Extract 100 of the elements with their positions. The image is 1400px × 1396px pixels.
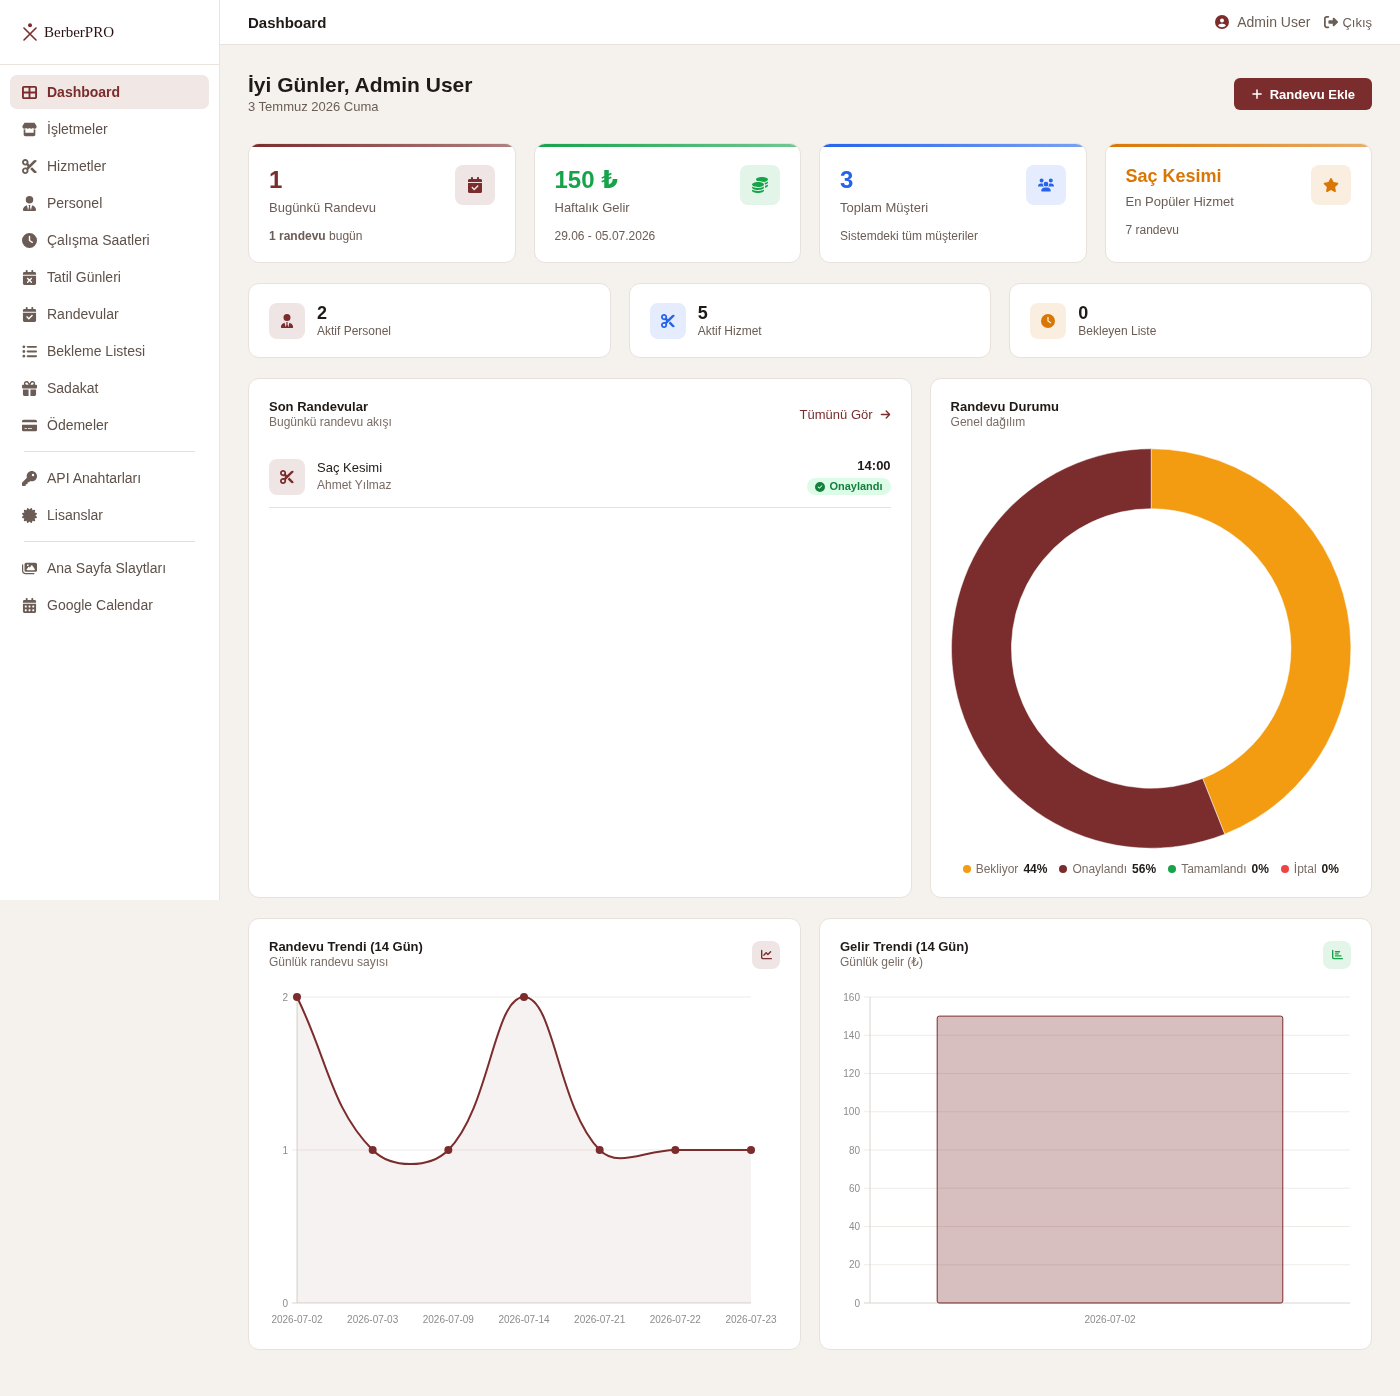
gift-icon bbox=[22, 380, 37, 396]
card-title: Gelir Trendi (14 Gün) bbox=[840, 939, 969, 955]
axis-label: 40 bbox=[848, 1221, 860, 1232]
data-point bbox=[520, 993, 528, 1001]
calendar-x-icon bbox=[22, 269, 37, 285]
axis-label: 2 bbox=[282, 991, 288, 1003]
badge-icon bbox=[22, 507, 37, 523]
axis-label: 20 bbox=[848, 1259, 860, 1271]
store-icon bbox=[22, 121, 37, 137]
axis-label: 120 bbox=[843, 1068, 860, 1079]
axis-label: 2026-07-03 bbox=[347, 1314, 399, 1325]
grid-icon bbox=[22, 84, 37, 100]
stat-label: En Popüler Hizmet bbox=[1125, 194, 1234, 210]
date-text: 3 Temmuz 2026 Cuma bbox=[248, 98, 380, 115]
nav-item[interactable]: Ödemeler bbox=[10, 408, 209, 442]
nav-item[interactable]: Personel bbox=[10, 186, 209, 220]
stat-label: Bekleyen Liste bbox=[1078, 324, 1157, 339]
stat-label: Aktif Hizmet bbox=[697, 324, 762, 339]
data-point bbox=[368, 1146, 377, 1154]
legend-value: 44% bbox=[1023, 861, 1048, 877]
nav-item[interactable]: Hizmetler bbox=[10, 149, 209, 183]
images-icon bbox=[22, 560, 37, 576]
card-title: Son Randevular bbox=[269, 399, 369, 415]
axis-label: 2026-07-02 bbox=[271, 1314, 323, 1325]
appointment-time: 14:00 bbox=[857, 458, 891, 474]
axis-label: 0 bbox=[854, 1297, 860, 1309]
nav-item[interactable]: İşletmeler bbox=[10, 112, 209, 146]
nav-item[interactable]: Çalışma Saatleri bbox=[10, 223, 209, 257]
page-title: Dashboard bbox=[248, 13, 327, 31]
stat-value: 1 bbox=[269, 165, 284, 194]
axis-label: 2026-07-22 bbox=[649, 1314, 701, 1325]
logout-icon bbox=[1324, 15, 1339, 29]
stat-value: 5 bbox=[697, 302, 709, 324]
plus-icon bbox=[1250, 88, 1263, 100]
stat-value: 150 ₺ bbox=[554, 165, 619, 194]
stat-label: Bugünkü Randevu bbox=[269, 200, 376, 216]
nav-item[interactable]: Lisanslar bbox=[10, 498, 209, 532]
coins-icon bbox=[740, 165, 780, 205]
greeting-title: İyi Günler, Admin User bbox=[248, 73, 473, 97]
stat-label: Aktif Personel bbox=[317, 324, 392, 339]
scissors-icon bbox=[22, 158, 37, 174]
stat-value: 3 bbox=[840, 165, 855, 194]
nav-item[interactable]: Tatil Günleri bbox=[10, 260, 209, 294]
axis-label: 2026-07-09 bbox=[422, 1314, 474, 1325]
legend-label: İptal bbox=[1293, 861, 1317, 877]
card-subtitle: Günlük gelir (₺) bbox=[840, 955, 924, 970]
list-icon bbox=[22, 343, 37, 359]
legend-label: Onaylandı bbox=[1072, 861, 1128, 877]
data-point bbox=[671, 1146, 680, 1154]
nav-item[interactable]: API Anahtarları bbox=[10, 461, 209, 495]
stat-label: Toplam Müşteri bbox=[840, 200, 930, 216]
axis-label: 2026-07-23 bbox=[725, 1314, 777, 1325]
data-point bbox=[444, 1146, 453, 1154]
nav-item[interactable]: Dashboard bbox=[10, 75, 209, 109]
data-point bbox=[747, 1146, 755, 1154]
stat-note: 1 randevu bugün bbox=[269, 229, 364, 244]
status-label: Onaylandı bbox=[829, 479, 883, 494]
customer-name: Ahmet Yılmaz bbox=[317, 478, 393, 493]
axis-label: 1 bbox=[282, 1144, 288, 1156]
card-subtitle: Günlük randevu sayısı bbox=[269, 955, 390, 970]
logo-text: BerberPRO bbox=[44, 23, 114, 41]
stat-note: Sistemdeki tüm müşteriler bbox=[840, 229, 979, 244]
axis-label: 60 bbox=[848, 1182, 860, 1194]
stat-value: Saç Kesimi bbox=[1125, 165, 1223, 188]
key-icon bbox=[22, 470, 37, 486]
nav-item[interactable]: Google Calendar bbox=[10, 588, 209, 622]
axis-label: 100 bbox=[843, 1106, 860, 1118]
axis-label: 2026-07-21 bbox=[574, 1314, 626, 1325]
legend-label: Bekliyor bbox=[975, 861, 1019, 877]
nav-item[interactable]: Sadakat bbox=[10, 371, 209, 405]
user-icon bbox=[1215, 15, 1230, 29]
calendar-check-icon bbox=[454, 165, 495, 205]
axis-label: 140 bbox=[843, 1029, 860, 1041]
axis-label: 80 bbox=[848, 1144, 860, 1156]
stat-value: 0 bbox=[1078, 302, 1090, 324]
card-icon bbox=[22, 417, 37, 433]
logout-link[interactable]: Çıkış bbox=[1324, 14, 1372, 30]
user-link[interactable]: Admin User bbox=[1215, 14, 1311, 30]
stat-note: 7 randevu bbox=[1125, 223, 1180, 238]
bar-chart-icon bbox=[1323, 940, 1351, 969]
axis-label: 0 bbox=[282, 1297, 288, 1309]
nav-item[interactable]: Bekleme Listesi bbox=[10, 334, 209, 368]
scissors-icon bbox=[269, 458, 305, 495]
axis-label: 160 bbox=[843, 991, 860, 1003]
card-subtitle: Bugünkü randevu akışı bbox=[269, 415, 392, 430]
legend-value: 0% bbox=[1251, 861, 1269, 877]
clock-icon bbox=[22, 232, 37, 248]
stat-value: 2 bbox=[317, 302, 328, 324]
axis-label: 2026-07-02 bbox=[1084, 1314, 1136, 1325]
add-appointment-button[interactable]: Randevu Ekle bbox=[1233, 78, 1372, 110]
card-title: Randevu Durumu bbox=[950, 399, 1060, 415]
legend-label: Tamamlandı bbox=[1181, 861, 1247, 877]
appointment-row[interactable]: Saç Kesimi Ahmet Yılmaz 14:00 Onaylandı bbox=[269, 446, 891, 508]
stat-label: Haftalık Gelir bbox=[554, 200, 631, 216]
legend-value: 0% bbox=[1321, 861, 1339, 877]
users-icon bbox=[1025, 165, 1066, 205]
nav-item[interactable]: Randevular bbox=[10, 297, 209, 331]
nav-item[interactable]: Ana Sayfa Slaytları bbox=[10, 551, 209, 585]
view-all-link[interactable]: Tümünü Gör bbox=[799, 407, 891, 422]
person-icon bbox=[22, 195, 37, 211]
